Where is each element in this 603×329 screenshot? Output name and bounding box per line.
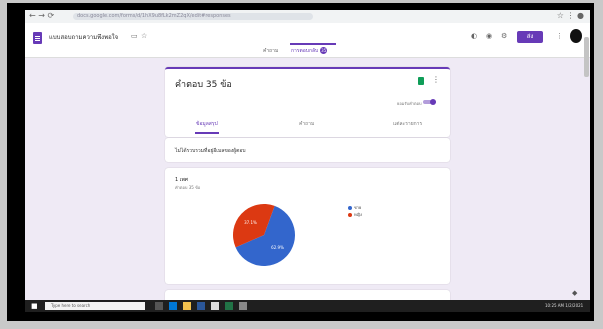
legend-swatch [348, 213, 352, 217]
excel-icon[interactable] [225, 302, 233, 310]
page-scrollbar[interactable] [584, 37, 589, 77]
response-summary-card: คำตอบ 35 ข้อ ⋮ ยอมรับคำตอบ ข้อมูลสรุป คำ… [165, 67, 450, 137]
chart-legend: ชายหญิง [348, 204, 362, 218]
tab-individual[interactable]: แต่ละรายการ [393, 120, 422, 128]
responses-badge: 35 [320, 47, 328, 54]
avatar[interactable] [570, 29, 582, 43]
windows-start-icon[interactable]: ■ [31, 302, 39, 310]
tab-question[interactable]: คำถาม [299, 120, 314, 128]
question-title: 1 เพศ [175, 177, 188, 183]
screenshot-frame: ← → ⟳ docs.google.com/forms/d/1hX9u8fLk2… [7, 3, 594, 321]
chrome-icon[interactable] [211, 302, 219, 310]
tab-questions[interactable]: คำถาม [263, 47, 278, 55]
app-icon[interactable] [239, 302, 247, 310]
legend-swatch [348, 206, 352, 210]
word-icon[interactable] [197, 302, 205, 310]
edge-icon[interactable] [169, 302, 177, 310]
taskbar-clock: 10:25 AM 1/2/2021 [545, 303, 584, 308]
form-title[interactable]: แบบสอบถามความพึงพอใจ [49, 32, 118, 42]
legend-label: หญิง [354, 212, 362, 217]
palette-icon[interactable]: ◐ [471, 32, 477, 40]
folder-icon[interactable]: ▭ [131, 32, 138, 40]
active-tab-indicator [290, 43, 336, 45]
eye-icon[interactable]: ◉ [486, 32, 492, 40]
more-vert-icon[interactable]: ⋮ [556, 32, 563, 40]
task-view-icon[interactable] [155, 302, 163, 310]
pie-slice-label-1: 62.9% [271, 245, 284, 250]
browser-menu-icons[interactable]: ☆ ⋮ ● [557, 11, 584, 20]
pie-slice-label-2: 37.1% [244, 220, 257, 225]
file-explorer-icon[interactable] [183, 302, 191, 310]
email-notice-text: ไม่ได้รวบรวมที่อยู่อีเมลของผู้ตอบ [175, 148, 246, 154]
send-button[interactable]: ส่ง [517, 31, 543, 43]
legend-label: ชาย [354, 205, 362, 210]
top-tabs: คำถาม การตอบกลับ 35 [25, 47, 590, 57]
accepting-responses-label: ยอมรับคำตอบ [397, 101, 422, 106]
taskbar-search-placeholder: Type here to search [51, 303, 91, 308]
tab-responses-label: การตอบกลับ [291, 48, 319, 54]
summary-tab-indicator [195, 132, 219, 134]
url-text: docs.google.com/forms/d/1hX9u8fLk2mZ2qX/… [77, 13, 231, 19]
address-bar[interactable]: docs.google.com/forms/d/1hX9u8fLk2mZ2qX/… [73, 13, 313, 20]
email-notice-card: ไม่ได้รวบรวมที่อยู่อีเมลของผู้ตอบ [165, 138, 450, 162]
pie-chart: 62.9% 37.1% [233, 204, 295, 266]
question-summary-card: 1 เพศ คำตอบ 35 ข้อ 62.9% 37.1% ชายหญิง [165, 168, 450, 284]
browser-toolbar: ← → ⟳ docs.google.com/forms/d/1hX9u8fLk2… [25, 10, 590, 24]
sheets-icon[interactable] [418, 77, 424, 85]
question-response-count: คำตอบ 35 ข้อ [175, 185, 201, 190]
legend-item: หญิง [348, 211, 362, 218]
response-count: คำตอบ 35 ข้อ [175, 80, 232, 90]
star-icon[interactable]: ☆ [141, 32, 147, 40]
settings-icon[interactable]: ⚙ [501, 32, 507, 40]
report-icon[interactable]: ◆ [572, 289, 577, 297]
forms-logo-icon[interactable] [33, 32, 42, 44]
more-vert-icon[interactable]: ⋮ [432, 75, 440, 84]
forms-header: แบบสอบถามความพึงพอใจ ▭ ☆ ◐ ◉ ⚙ ส่ง ⋮ คำถ… [25, 23, 590, 58]
windows-taskbar: ■ Type here to search 10:25 AM 1/2/2021 [25, 300, 590, 312]
tab-summary[interactable]: ข้อมูลสรุป [196, 120, 218, 128]
tab-responses[interactable]: การตอบกลับ 35 [291, 47, 328, 55]
legend-item: ชาย [348, 204, 362, 211]
browser-nav-icons[interactable]: ← → ⟳ [29, 11, 54, 20]
accepting-responses-toggle[interactable] [423, 99, 436, 105]
screen: ← → ⟳ docs.google.com/forms/d/1hX9u8fLk2… [25, 10, 590, 312]
taskbar-search-input[interactable]: Type here to search [45, 302, 145, 310]
